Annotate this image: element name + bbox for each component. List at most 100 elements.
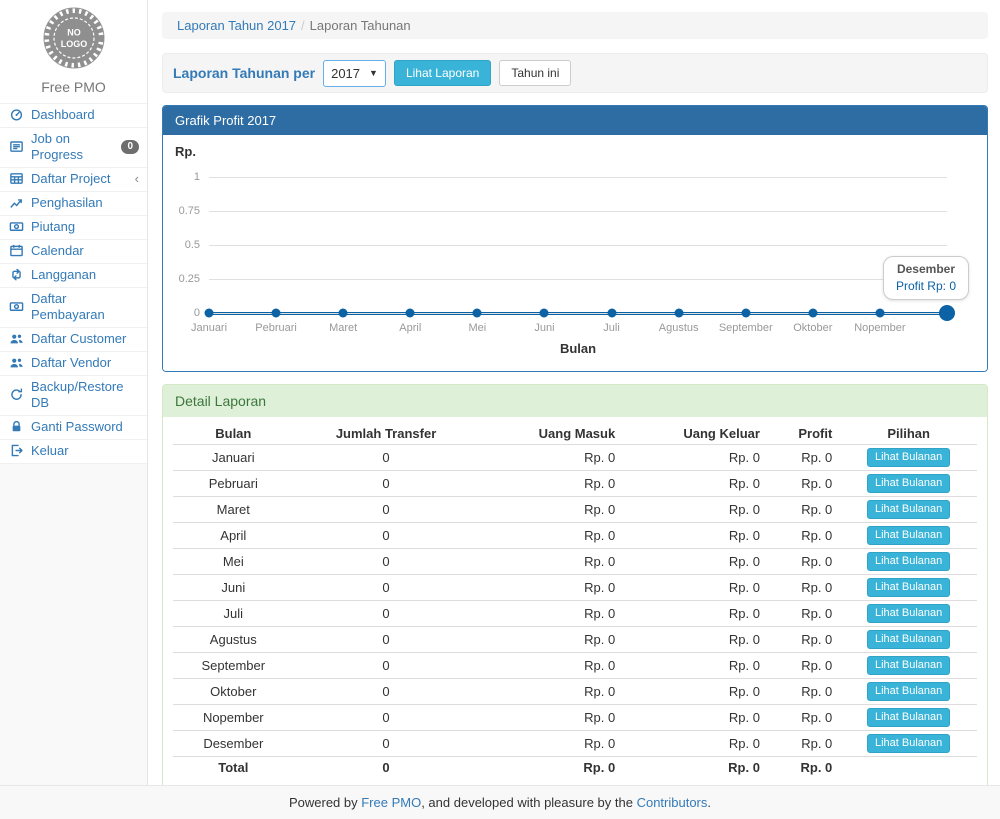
sidebar-menu: DashboardJob on Progress0Daftar Project‹… [0, 103, 147, 464]
sidebar-item-backup-restore-db[interactable]: Backup/Restore DB [0, 375, 147, 415]
data-point-oktober[interactable] [808, 309, 817, 318]
sidebar-item-keluar[interactable]: Keluar [0, 439, 147, 464]
lihat-bulanan-button-agustus[interactable]: Lihat Bulanan [867, 630, 950, 649]
x-tick-label: Juni [534, 322, 554, 334]
column-header-bulan: Bulan [173, 423, 294, 445]
sidebar-item-ganti-password[interactable]: Ganti Password [0, 415, 147, 439]
sidebar-item-piutang[interactable]: Piutang [0, 215, 147, 239]
detail-panel-title: Detail Laporan [163, 385, 987, 417]
bulan-cell: Nopember [173, 705, 294, 731]
tahun-ini-button[interactable]: Tahun ini [499, 60, 571, 86]
users-icon [9, 331, 25, 347]
sidebar-item-daftar-project[interactable]: Daftar Project‹ [0, 167, 147, 191]
lihat-bulanan-button-nopember[interactable]: Lihat Bulanan [867, 708, 950, 727]
data-point-mei[interactable] [473, 309, 482, 318]
bulan-cell: September [173, 653, 294, 679]
column-header-jumlah-transfer: Jumlah Transfer [294, 423, 479, 445]
lihat-bulanan-button-oktober[interactable]: Lihat Bulanan [867, 682, 950, 701]
lihat-bulanan-button-maret[interactable]: Lihat Bulanan [867, 500, 950, 519]
table-row-desember: Desember0Rp. 0Rp. 0Rp. 0Lihat Bulanan [173, 731, 977, 757]
table-row-oktober: Oktober0Rp. 0Rp. 0Rp. 0Lihat Bulanan [173, 679, 977, 705]
no-logo-badge: NO LOGO [42, 6, 106, 70]
jumlah_transfer-cell: 0 [294, 731, 479, 757]
data-point-maret[interactable] [339, 309, 348, 318]
uang_masuk-cell: Rp. 0 [479, 679, 624, 705]
lihat-bulanan-button-september[interactable]: Lihat Bulanan [867, 656, 950, 675]
profit-cell: Rp. 0 [768, 731, 840, 757]
jumlah_transfer-cell: 0 [294, 679, 479, 705]
uang_masuk-cell: Rp. 0 [479, 705, 624, 731]
data-point-agustus[interactable] [674, 309, 683, 318]
money-icon [9, 299, 25, 315]
sidebar-item-calendar[interactable]: Calendar [0, 239, 147, 263]
data-point-juni[interactable] [540, 309, 549, 318]
report-filter-bar: Laporan Tahunan per 2017 ▼ Lihat Laporan… [162, 53, 988, 93]
breadcrumb-separator: / [301, 18, 305, 33]
sidebar-item-job-on-progress[interactable]: Job on Progress0 [0, 127, 147, 167]
lihat-bulanan-button-pebruari[interactable]: Lihat Bulanan [867, 474, 950, 493]
page-footer: Powered by Free PMO, and developed with … [0, 785, 1000, 819]
logo-text-line2: LOGO [60, 39, 87, 49]
profit-cell: Rp. 0 [768, 627, 840, 653]
sidebar-item-langganan[interactable]: Langganan [0, 263, 147, 287]
uang_masuk-cell: Rp. 0 [479, 575, 624, 601]
table-row-juli: Juli0Rp. 0Rp. 0Rp. 0Lihat Bulanan [173, 601, 977, 627]
lihat-bulanan-button-juni[interactable]: Lihat Bulanan [867, 578, 950, 597]
table-row-mei: Mei0Rp. 0Rp. 0Rp. 0Lihat Bulanan [173, 549, 977, 575]
lihat-bulanan-button-desember[interactable]: Lihat Bulanan [867, 734, 950, 753]
data-point-september[interactable] [741, 309, 750, 318]
footer-link-free-pmo[interactable]: Free PMO [361, 795, 421, 810]
lihat-laporan-button[interactable]: Lihat Laporan [394, 60, 491, 86]
sidebar-item-label: Penghasilan [31, 195, 103, 211]
money-icon [9, 219, 25, 235]
year-select[interactable]: 2017 ▼ [323, 60, 386, 87]
data-point-desember[interactable] [939, 305, 955, 321]
lihat-bulanan-button-mei[interactable]: Lihat Bulanan [867, 552, 950, 571]
bulan-cell: Maret [173, 497, 294, 523]
uang_masuk-cell: Rp. 0 [479, 627, 624, 653]
breadcrumb-link-laporan-tahun[interactable]: Laporan Tahun 2017 [177, 18, 296, 33]
data-point-juli[interactable] [607, 309, 616, 318]
table-row-september: September0Rp. 0Rp. 0Rp. 0Lihat Bulanan [173, 653, 977, 679]
uang_masuk-cell: Rp. 0 [479, 497, 624, 523]
lock-icon [9, 419, 25, 435]
bulan-cell: April [173, 523, 294, 549]
y-tick-label: 0.5 [185, 239, 200, 251]
uang_keluar-cell: Rp. 0 [623, 653, 768, 679]
chart-tooltip: Desember Profit Rp: 0 [883, 256, 969, 300]
data-point-januari[interactable] [205, 309, 214, 318]
sidebar-item-penghasilan[interactable]: Penghasilan [0, 191, 147, 215]
data-point-april[interactable] [406, 309, 415, 318]
sidebar-item-label: Job on Progress [31, 131, 115, 163]
brand-name: Free PMO [0, 79, 147, 95]
lihat-bulanan-button-juli[interactable]: Lihat Bulanan [867, 604, 950, 623]
lihat-bulanan-button-januari[interactable]: Lihat Bulanan [867, 448, 950, 467]
lihat-bulanan-button-april[interactable]: Lihat Bulanan [867, 526, 950, 545]
logo-area: NO LOGO Free PMO [0, 0, 147, 103]
sidebar-item-daftar-vendor[interactable]: Daftar Vendor [0, 351, 147, 375]
filter-label: Laporan Tahunan per [173, 65, 315, 81]
bulan-cell: Agustus [173, 627, 294, 653]
footer-link-contributors[interactable]: Contributors [637, 795, 708, 810]
sidebar-item-label: Daftar Project [31, 171, 110, 187]
logo-text-line1: NO [67, 28, 81, 38]
uang_masuk-cell: Rp. 0 [479, 549, 624, 575]
sidebar-item-dashboard[interactable]: Dashboard [0, 103, 147, 127]
table-row-april: April0Rp. 0Rp. 0Rp. 0Lihat Bulanan [173, 523, 977, 549]
bulan-cell: Total [173, 757, 294, 779]
sidebar-item-daftar-customer[interactable]: Daftar Customer [0, 327, 147, 351]
sidebar-item-label: Daftar Pembayaran [31, 291, 139, 323]
data-point-nopember[interactable] [875, 309, 884, 318]
jumlah_transfer-cell: 0 [294, 549, 479, 575]
sidebar-item-daftar-pembayaran[interactable]: Daftar Pembayaran [0, 287, 147, 327]
chevron-down-icon: ▼ [369, 68, 378, 78]
uang_masuk-cell: Rp. 0 [479, 445, 624, 471]
breadcrumb-current: Laporan Tahunan [310, 18, 411, 33]
dashboard-icon [9, 107, 25, 123]
table-row-nopember: Nopember0Rp. 0Rp. 0Rp. 0Lihat Bulanan [173, 705, 977, 731]
profit-cell: Rp. 0 [768, 471, 840, 497]
x-tick-label: Oktober [793, 322, 832, 334]
data-point-pebruari[interactable] [272, 309, 281, 318]
table-icon [9, 171, 25, 187]
chart-panel-title: Grafik Profit 2017 [163, 106, 987, 135]
